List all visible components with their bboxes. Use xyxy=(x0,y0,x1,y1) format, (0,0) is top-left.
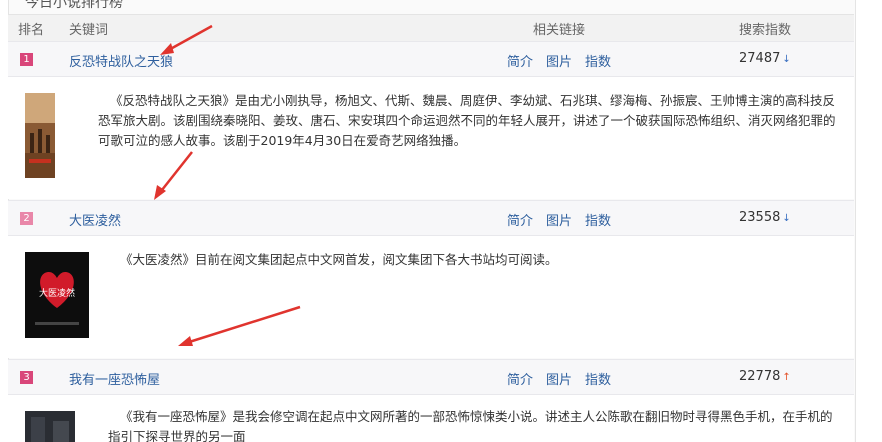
search-index: 27487 ↓ xyxy=(739,51,791,66)
header-keyword: 关键词 xyxy=(69,23,109,38)
image-link[interactable]: 图片 xyxy=(546,210,572,229)
intro-link[interactable]: 简介 xyxy=(507,369,533,388)
index-link[interactable]: 指数 xyxy=(585,369,611,388)
index-link[interactable]: 指数 xyxy=(585,210,611,229)
description: 《反恐特战队之天狼》是由尤小刚执导，杨旭文、代斯、魏晨、周庭伊、李幼斌、石兆琪、… xyxy=(98,93,836,148)
cover-image[interactable] xyxy=(25,411,75,442)
table-row: 3 我有一座恐怖屋 简介 图片 指数 22778 ↑ xyxy=(8,359,854,395)
table-row: 1 反恐特战队之天狼 简介 图片 指数 27487 ↓ xyxy=(8,41,854,77)
table-header: 排名 关键词 相关链接 搜索指数 xyxy=(8,14,854,42)
search-index-value: 27487 xyxy=(739,51,781,66)
header-links: 相关链接 xyxy=(533,23,586,38)
row-detail: 《我有一座恐怖屋》是我会修空调在起点中文网所著的一部恐怖惊悚类小说。讲述主人公陈… xyxy=(8,395,854,442)
panel-title: 今日小说排行榜 xyxy=(25,0,123,11)
arrow-up-icon: ↑ xyxy=(782,372,791,383)
search-index: 22778 ↑ xyxy=(739,369,791,384)
row-detail: 大医凌然 《大医凌然》目前在阅文集团起点中文网首发，阅文集团下各大书站均可阅读。 xyxy=(8,236,854,358)
table-row: 2 大医凌然 简介 图片 指数 23558 ↓ xyxy=(8,200,854,236)
image-link[interactable]: 图片 xyxy=(546,51,572,70)
arrow-down-icon: ↓ xyxy=(782,213,791,224)
search-index: 23558 ↓ xyxy=(739,210,791,225)
header-index: 搜索指数 xyxy=(739,23,792,38)
rank-badge: 1 xyxy=(20,53,33,66)
cover-image-art xyxy=(25,411,75,442)
row-detail: 《反恐特战队之天狼》是由尤小刚执导，杨旭文、代斯、魏晨、周庭伊、李幼斌、石兆琪、… xyxy=(8,77,854,199)
cover-image-art xyxy=(25,93,55,178)
search-index-value: 23558 xyxy=(739,210,781,225)
cover-title: 大医凌然 xyxy=(38,289,75,299)
search-index-value: 22778 xyxy=(739,369,781,384)
intro-link[interactable]: 简介 xyxy=(507,51,533,70)
keyword-link[interactable]: 反恐特战队之天狼 xyxy=(69,51,173,70)
description: 《大医凌然》目前在阅文集团起点中文网首发，阅文集团下各大书站均可阅读。 xyxy=(120,252,558,267)
intro-link[interactable]: 简介 xyxy=(507,210,533,229)
cover-image[interactable]: 大医凌然 xyxy=(25,252,89,338)
cover-image[interactable] xyxy=(25,93,55,178)
index-link[interactable]: 指数 xyxy=(585,51,611,70)
rank-badge: 3 xyxy=(20,371,33,384)
keyword-link[interactable]: 我有一座恐怖屋 xyxy=(69,369,160,388)
header-rank: 排名 xyxy=(18,23,45,38)
image-link[interactable]: 图片 xyxy=(546,369,572,388)
description: 《我有一座恐怖屋》是我会修空调在起点中文网所著的一部恐怖惊悚类小说。讲述主人公陈… xyxy=(108,409,833,442)
keyword-link[interactable]: 大医凌然 xyxy=(69,210,121,229)
ranking-page: 今日小说排行榜 排名 关键词 相关链接 搜索指数 1 反恐特战队之天狼 简介 图… xyxy=(0,0,882,442)
arrow-down-icon: ↓ xyxy=(782,54,791,65)
rank-badge: 2 xyxy=(20,212,33,225)
